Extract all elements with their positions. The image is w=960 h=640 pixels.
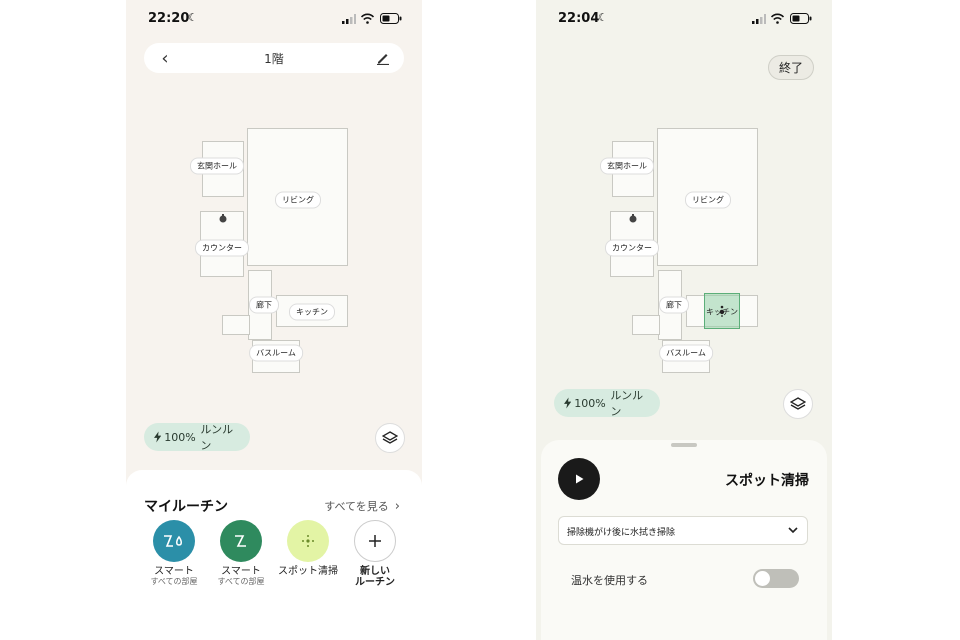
label-genkan: 玄関ホール <box>190 157 244 175</box>
routine-label: スマート <box>154 566 194 577</box>
sheet-handle[interactable] <box>671 443 697 447</box>
vacuum-icon <box>235 535 246 547</box>
see-all-label: すべてを見る <box>324 500 389 513</box>
bolt-icon <box>564 397 572 409</box>
routine-sub: ルーチン <box>355 577 395 588</box>
routine-circle <box>220 520 262 562</box>
play-button[interactable] <box>558 458 600 500</box>
hot-water-label: 温水を使用する <box>571 574 648 587</box>
left-screen: 22:20 ☾ ‹ 1階 玄関ホール リビング カウンター 廊下 キッチン バス… <box>126 0 422 640</box>
right-screen: 22:04 ☾ 終了 玄関ホール リビング カウンター 廊下 キッチン バスルー… <box>536 0 832 640</box>
routine-sub: すべての部屋 <box>150 577 198 586</box>
robot-name: ルンルン <box>200 423 234 452</box>
layers-button[interactable] <box>375 423 405 453</box>
plus-icon <box>369 535 381 547</box>
label-kitchen: キッチン <box>289 303 335 321</box>
floor-map[interactable]: 玄関ホール リビング カウンター 廊下 キッチン バスルーム <box>536 0 832 420</box>
routine-label: 新しい <box>360 566 390 577</box>
layers-icon <box>382 431 398 444</box>
battery-percent: 100% <box>164 430 196 444</box>
dock-icon <box>219 214 227 223</box>
spot-icon <box>302 535 314 547</box>
layers-button[interactable] <box>783 389 813 419</box>
label-bathroom: バスルーム <box>249 344 303 362</box>
vacuum-mop-icon <box>164 535 182 547</box>
room-hallway-ext <box>222 315 250 335</box>
label-living: リビング <box>275 191 321 209</box>
hot-water-toggle[interactable] <box>753 569 799 588</box>
label-genkan: 玄関ホール <box>600 157 654 175</box>
routine-smart-mop[interactable]: スマート すべての部屋 <box>142 520 206 587</box>
routine-spot-clean[interactable]: スポット清掃 <box>276 520 340 577</box>
label-hallway: 廊下 <box>659 296 689 314</box>
routine-panel: マイルーチン すべてを見る › スマート すべての部屋 スマート すべての部屋 … <box>126 470 422 640</box>
routine-new[interactable]: 新しい ルーチン <box>343 520 407 588</box>
routine-label: スポット清掃 <box>278 566 338 577</box>
layers-icon <box>790 397 806 410</box>
floor-map[interactable]: 玄関ホール リビング カウンター 廊下 キッチン バスルーム <box>126 0 422 420</box>
label-hallway: 廊下 <box>249 296 279 314</box>
see-all-link[interactable]: すべてを見る › <box>324 498 400 514</box>
routine-circle <box>354 520 396 562</box>
label-counter: カウンター <box>605 239 659 257</box>
routine-circle <box>287 520 329 562</box>
play-icon <box>576 474 584 484</box>
chevron-right-icon: › <box>394 498 400 514</box>
robot-name: ルンルン <box>610 389 644 418</box>
clean-mode-select[interactable]: 掃除機がけ後に水拭き掃除 <box>558 516 808 545</box>
routine-circle <box>153 520 195 562</box>
chevron-down-icon <box>788 527 798 534</box>
routine-label: スマート <box>221 566 261 577</box>
routine-smart-vacuum[interactable]: スマート すべての部屋 <box>209 520 273 587</box>
routine-title: マイルーチン <box>144 499 228 515</box>
label-bathroom: バスルーム <box>659 344 713 362</box>
dock-icon <box>629 214 637 223</box>
label-living: リビング <box>685 191 731 209</box>
toggle-knob <box>755 571 770 586</box>
battery-chip[interactable]: 100% ルンルン <box>144 423 250 452</box>
bolt-icon <box>154 431 162 443</box>
spot-clean-title: スポット清掃 <box>725 473 809 489</box>
clean-mode-value: 掃除機がけ後に水拭き掃除 <box>567 528 676 538</box>
label-counter: カウンター <box>195 239 249 257</box>
routine-sub: すべての部屋 <box>217 577 265 586</box>
spot-clean-sheet: スポット清掃 掃除機がけ後に水拭き掃除 温水を使用する <box>541 440 827 640</box>
battery-chip[interactable]: 100% ルンルン <box>554 389 660 418</box>
battery-percent: 100% <box>574 396 606 410</box>
robot-position-icon <box>719 305 725 317</box>
room-hallway-ext <box>632 315 660 335</box>
